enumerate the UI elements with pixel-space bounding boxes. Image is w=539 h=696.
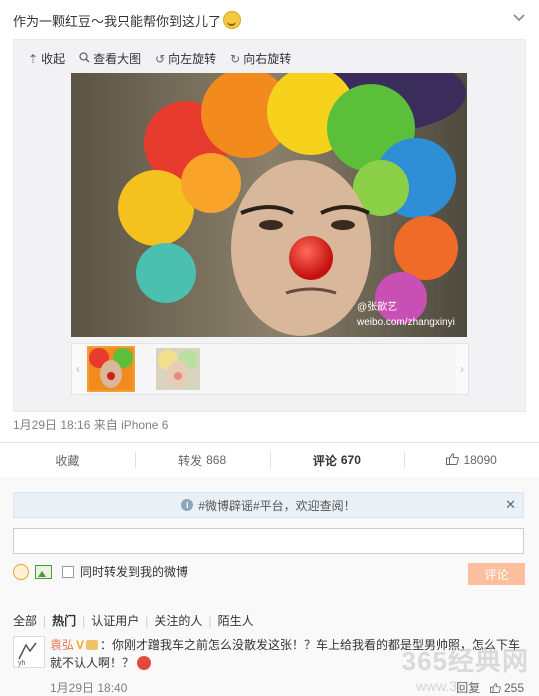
- arrow-up-icon: ⇡: [28, 51, 39, 66]
- comment-input[interactable]: [13, 528, 524, 554]
- comment-label: 评论: [312, 453, 337, 468]
- member-crown-icon: [86, 640, 99, 650]
- media-toolbar: ⇡ 收起 查看大图 ↺ 向左旋转 ↻ 向右旋转: [28, 50, 291, 67]
- rotate-left-button[interactable]: ↺ 向左旋转: [155, 50, 216, 67]
- view-large-label: 查看大图: [93, 52, 142, 66]
- main-photo[interactable]: @张歆艺 weibo.com/zhangxinyi: [71, 73, 467, 337]
- view-large-button[interactable]: 查看大图: [79, 50, 141, 67]
- collapse-label: 收起: [41, 52, 66, 66]
- action-bar: 收藏 转发 868 评论 670 18090: [0, 442, 539, 478]
- like-count: 18090: [463, 453, 497, 467]
- notice-bar: i #微博辟谣#平台，欢迎查阅！ ✕: [13, 492, 524, 518]
- comment-area: i #微博辟谣#平台，欢迎查阅！ ✕ 同时转发到我的微博 评论 全部 | 热门 …: [0, 477, 539, 696]
- comment-time: 1月29日 18:40: [50, 681, 128, 695]
- thumbs-up-icon: [446, 452, 460, 468]
- angry-emoji-icon: [137, 656, 152, 670]
- comment-like-icon[interactable]: [484, 681, 504, 695]
- submit-comment-button[interactable]: 评论: [468, 563, 525, 585]
- thumbnail-1[interactable]: [87, 346, 135, 392]
- notice-text[interactable]: #微博辟谣#平台，欢迎查阅！: [198, 497, 355, 514]
- like-button[interactable]: 18090: [404, 443, 539, 477]
- repost-count: 868: [206, 453, 227, 467]
- repost-label: 转发: [178, 453, 203, 468]
- filter-all[interactable]: 全部: [13, 612, 43, 629]
- rotate-right-icon: ↻: [230, 51, 241, 66]
- post-text-content: 作为一颗红豆～我只能帮你到这儿了: [13, 14, 222, 29]
- photo-watermark: @张歆艺: [357, 300, 397, 313]
- avatar[interactable]: yh: [13, 636, 45, 668]
- comment-count: 670: [340, 453, 361, 467]
- magnifier-icon: [79, 51, 90, 66]
- clown-photo-illustration: @张歆艺 weibo.com/zhangxinyi: [71, 73, 467, 337]
- filter-hot[interactable]: 热门: [46, 612, 82, 629]
- thumbnail-2[interactable]: [156, 348, 200, 390]
- comment-filters: 全部 | 热门 | 认证用户 | 关注的人 | 陌生人: [13, 612, 260, 629]
- filter-following[interactable]: 关注的人: [148, 612, 208, 629]
- thumb-next-button[interactable]: ›: [456, 344, 468, 394]
- rotate-right-label: 向右旋转: [243, 52, 292, 66]
- chevron-down-icon[interactable]: [513, 9, 525, 25]
- filter-verified[interactable]: 认证用户: [85, 612, 145, 629]
- site-watermark: 365经典网: [401, 646, 529, 676]
- info-icon: i: [181, 499, 194, 511]
- repost-button[interactable]: 转发 868: [134, 443, 270, 477]
- post-meta: 1月29日 18:16 来自 iPhone 6: [13, 416, 168, 433]
- collapse-button[interactable]: ⇡ 收起: [28, 50, 65, 67]
- emoji-icon[interactable]: [13, 563, 29, 580]
- comment-button[interactable]: 评论 670: [269, 443, 405, 477]
- chevron-right-icon: ›: [460, 362, 464, 376]
- verified-badge-icon: V: [76, 638, 85, 652]
- image-icon[interactable]: [35, 564, 52, 579]
- site-watermark-url: www.36…: [415, 678, 479, 694]
- favorite-label: 收藏: [55, 453, 80, 468]
- photo-watermark-url: weibo.com/zhangxinyi: [356, 317, 455, 328]
- also-repost-label: 同时转发到我的微博: [80, 565, 189, 579]
- post-text: 作为一颗红豆～我只能帮你到这儿了: [13, 11, 242, 30]
- rotate-left-label: 向左旋转: [168, 52, 217, 66]
- post-source: 来自 iPhone 6: [93, 418, 169, 432]
- comment-tools: 同时转发到我的微博: [13, 563, 188, 580]
- chevron-left-icon: ‹: [76, 362, 80, 376]
- also-repost-checkbox[interactable]: [62, 565, 74, 578]
- post-time[interactable]: 1月29日 18:16: [13, 418, 90, 432]
- thumb-prev-button[interactable]: ‹: [72, 344, 84, 394]
- thumbnail-strip: ‹ ›: [71, 343, 469, 395]
- smile-emoji-icon: [223, 11, 242, 29]
- rotate-left-icon: ↺: [155, 51, 166, 66]
- media-box: ⇡ 收起 查看大图 ↺ 向左旋转 ↻ 向右旋转 @张歆艺 weibo.com/z…: [13, 39, 526, 412]
- filter-strangers[interactable]: 陌生人: [212, 612, 260, 629]
- favorite-button[interactable]: 收藏: [0, 443, 135, 477]
- close-icon[interactable]: ✕: [505, 497, 516, 513]
- svg-text:yh: yh: [18, 660, 26, 667]
- comment-username[interactable]: 袁弘: [50, 638, 74, 652]
- rotate-right-button[interactable]: ↻ 向右旋转: [230, 50, 291, 67]
- comment-like-count: 255: [503, 681, 524, 695]
